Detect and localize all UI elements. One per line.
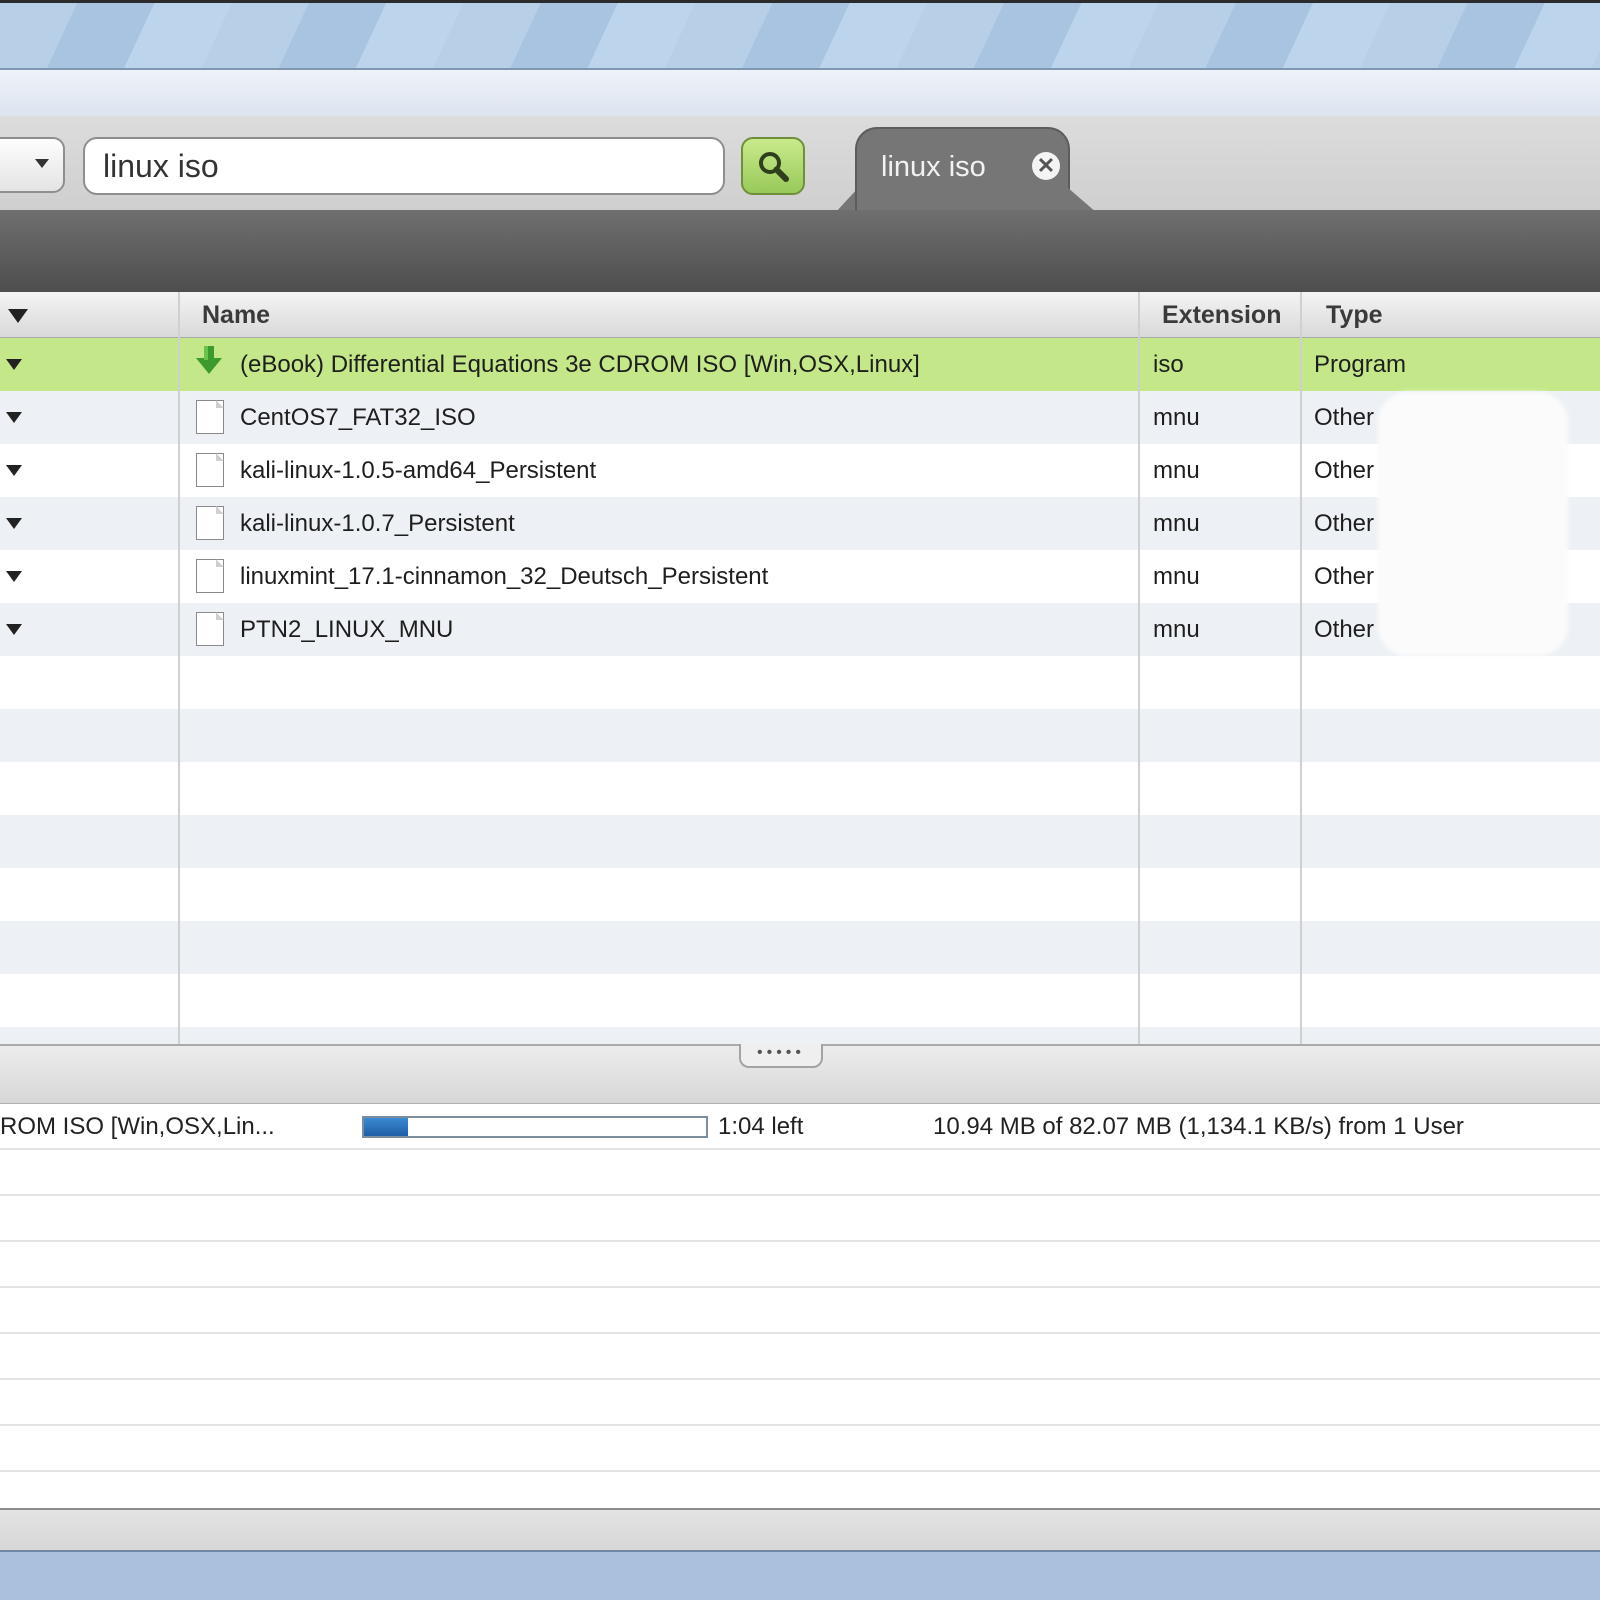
transfers-list: ROM ISO [Win,OSX,Lin... 1:04 left 10.94 … (0, 1104, 1600, 1518)
empty-row (0, 815, 1600, 868)
result-type: Program (1314, 351, 1407, 378)
empty-row (0, 974, 1600, 1027)
empty-transfer-row (0, 1380, 1600, 1426)
result-extension: iso (1153, 351, 1184, 378)
column-header-extension[interactable]: Extension (1140, 292, 1302, 338)
column-divider (178, 292, 180, 1044)
result-extension: mnu (1153, 563, 1200, 590)
result-name: (eBook) Differential Equations 3e CDROM … (240, 351, 920, 378)
result-name: kali-linux-1.0.7_Persistent (240, 510, 515, 537)
table-row[interactable]: CentOS7_FAT32_ISO mnu Other (0, 391, 1600, 444)
row-menu-icon[interactable] (6, 624, 22, 635)
row-menu-icon[interactable] (6, 571, 22, 582)
result-type: Other (1314, 510, 1375, 537)
row-menu-icon[interactable] (6, 465, 22, 476)
column-header-type[interactable]: Type (1302, 292, 1600, 338)
empty-transfer-row (0, 1288, 1600, 1334)
empty-row (0, 656, 1600, 709)
transfer-name: ROM ISO [Win,OSX,Lin... (0, 1113, 275, 1140)
file-icon (196, 612, 224, 646)
empty-transfer-row (0, 1334, 1600, 1380)
transfer-row[interactable]: ROM ISO [Win,OSX,Lin... 1:04 left 10.94 … (0, 1104, 1600, 1150)
empty-row (0, 921, 1600, 974)
file-icon (196, 400, 224, 434)
result-name: kali-linux-1.0.5-amd64_Persistent (240, 457, 597, 484)
empty-transfer-row (0, 1242, 1600, 1288)
file-icon (196, 506, 224, 540)
results-table-header: Name Extension Type (0, 292, 1600, 338)
redaction-mark (1378, 392, 1568, 656)
column-divider (1300, 292, 1302, 1044)
close-icon[interactable]: ✕ (1032, 152, 1060, 180)
results-toolbar (0, 210, 1600, 292)
transfer-time-left: 1:04 left (718, 1113, 804, 1140)
table-row[interactable]: kali-linux-1.0.5-amd64_Persistent mnu Ot… (0, 444, 1600, 497)
result-type: Other (1314, 563, 1375, 590)
empty-row (0, 762, 1600, 815)
results-table: (eBook) Differential Equations 3e CDROM … (0, 338, 1600, 1044)
file-icon (196, 559, 224, 593)
row-menu-icon[interactable] (6, 518, 22, 529)
empty-transfer-row (0, 1196, 1600, 1242)
download-arrow-icon (196, 346, 222, 374)
result-type: Other (1314, 457, 1375, 484)
menu-bar (0, 70, 1600, 117)
search-type-dropdown[interactable] (0, 137, 65, 193)
table-row[interactable]: (eBook) Differential Equations 3e CDROM … (0, 338, 1600, 391)
result-extension: mnu (1153, 616, 1200, 643)
splitter-grip-icon[interactable]: ••••• (739, 1044, 823, 1068)
progress-fill (364, 1118, 409, 1136)
empty-row (0, 1027, 1600, 1044)
search-button[interactable] (741, 137, 805, 195)
table-row[interactable]: linuxmint_17.1-cinnamon_32_Deutsch_Persi… (0, 550, 1600, 603)
result-extension: mnu (1153, 510, 1200, 537)
file-icon (196, 453, 224, 487)
table-row[interactable]: kali-linux-1.0.7_Persistent mnu Other (0, 497, 1600, 550)
row-menu-icon[interactable] (6, 412, 22, 423)
table-row[interactable]: PTN2_LINUX_MNU mnu Other (0, 603, 1600, 656)
empty-transfer-row (0, 1426, 1600, 1472)
tab-label: linux iso (881, 151, 986, 183)
transfer-progress-bar (362, 1116, 708, 1138)
column-divider (1138, 292, 1140, 1044)
result-type: Other (1314, 404, 1375, 431)
empty-row (0, 868, 1600, 921)
column-header-actions[interactable] (0, 292, 180, 338)
empty-transfer-row (0, 1150, 1600, 1196)
tab-search-results[interactable]: linux iso ✕ (835, 127, 1098, 213)
window-title-bar (0, 0, 1600, 70)
column-header-name[interactable]: Name (180, 292, 1140, 338)
chevron-down-icon (8, 309, 28, 323)
transfer-details: 10.94 MB of 82.07 MB (1,134.1 KB/s) from… (933, 1113, 1464, 1140)
row-menu-icon[interactable] (6, 359, 22, 370)
result-extension: mnu (1153, 404, 1200, 431)
result-type: Other (1314, 616, 1375, 643)
window-bottom-edge (0, 1550, 1600, 1600)
result-extension: mnu (1153, 457, 1200, 484)
result-name: CentOS7_FAT32_ISO (240, 404, 476, 431)
result-name: linuxmint_17.1-cinnamon_32_Deutsch_Persi… (240, 563, 769, 590)
chevron-down-icon (35, 159, 49, 168)
empty-row (0, 709, 1600, 762)
search-input[interactable]: linux iso (83, 137, 725, 195)
magnifier-icon (759, 152, 789, 182)
result-name: PTN2_LINUX_MNU (240, 616, 454, 643)
